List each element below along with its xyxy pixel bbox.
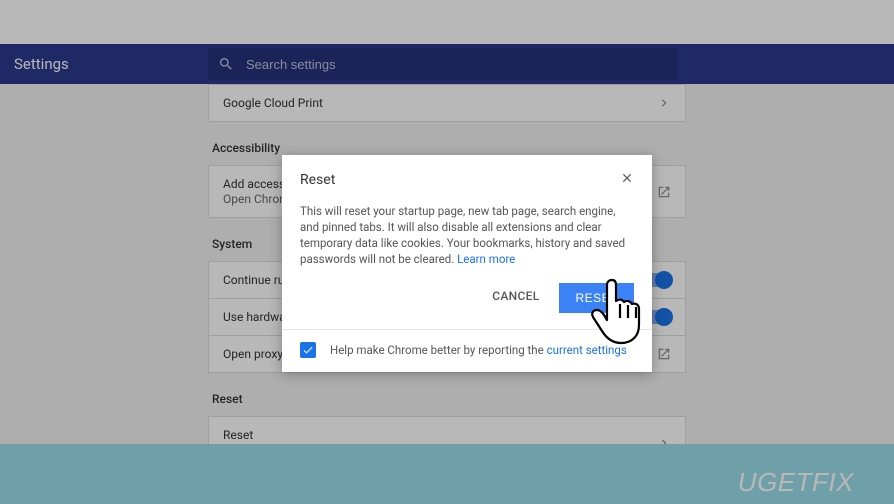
cancel-button[interactable]: CANCEL [490,283,541,313]
check-icon [302,344,314,356]
close-icon [620,171,634,185]
help-text-prefix: Help make Chrome better by reporting the [330,343,547,357]
close-button[interactable] [618,169,636,191]
help-checkbox[interactable] [300,342,316,358]
dialog-body: This will reset your startup page, new t… [282,197,652,277]
pointer-cursor-icon [582,274,654,350]
dialog-title: Reset [300,172,335,188]
learn-more-link[interactable]: Learn more [457,252,515,266]
